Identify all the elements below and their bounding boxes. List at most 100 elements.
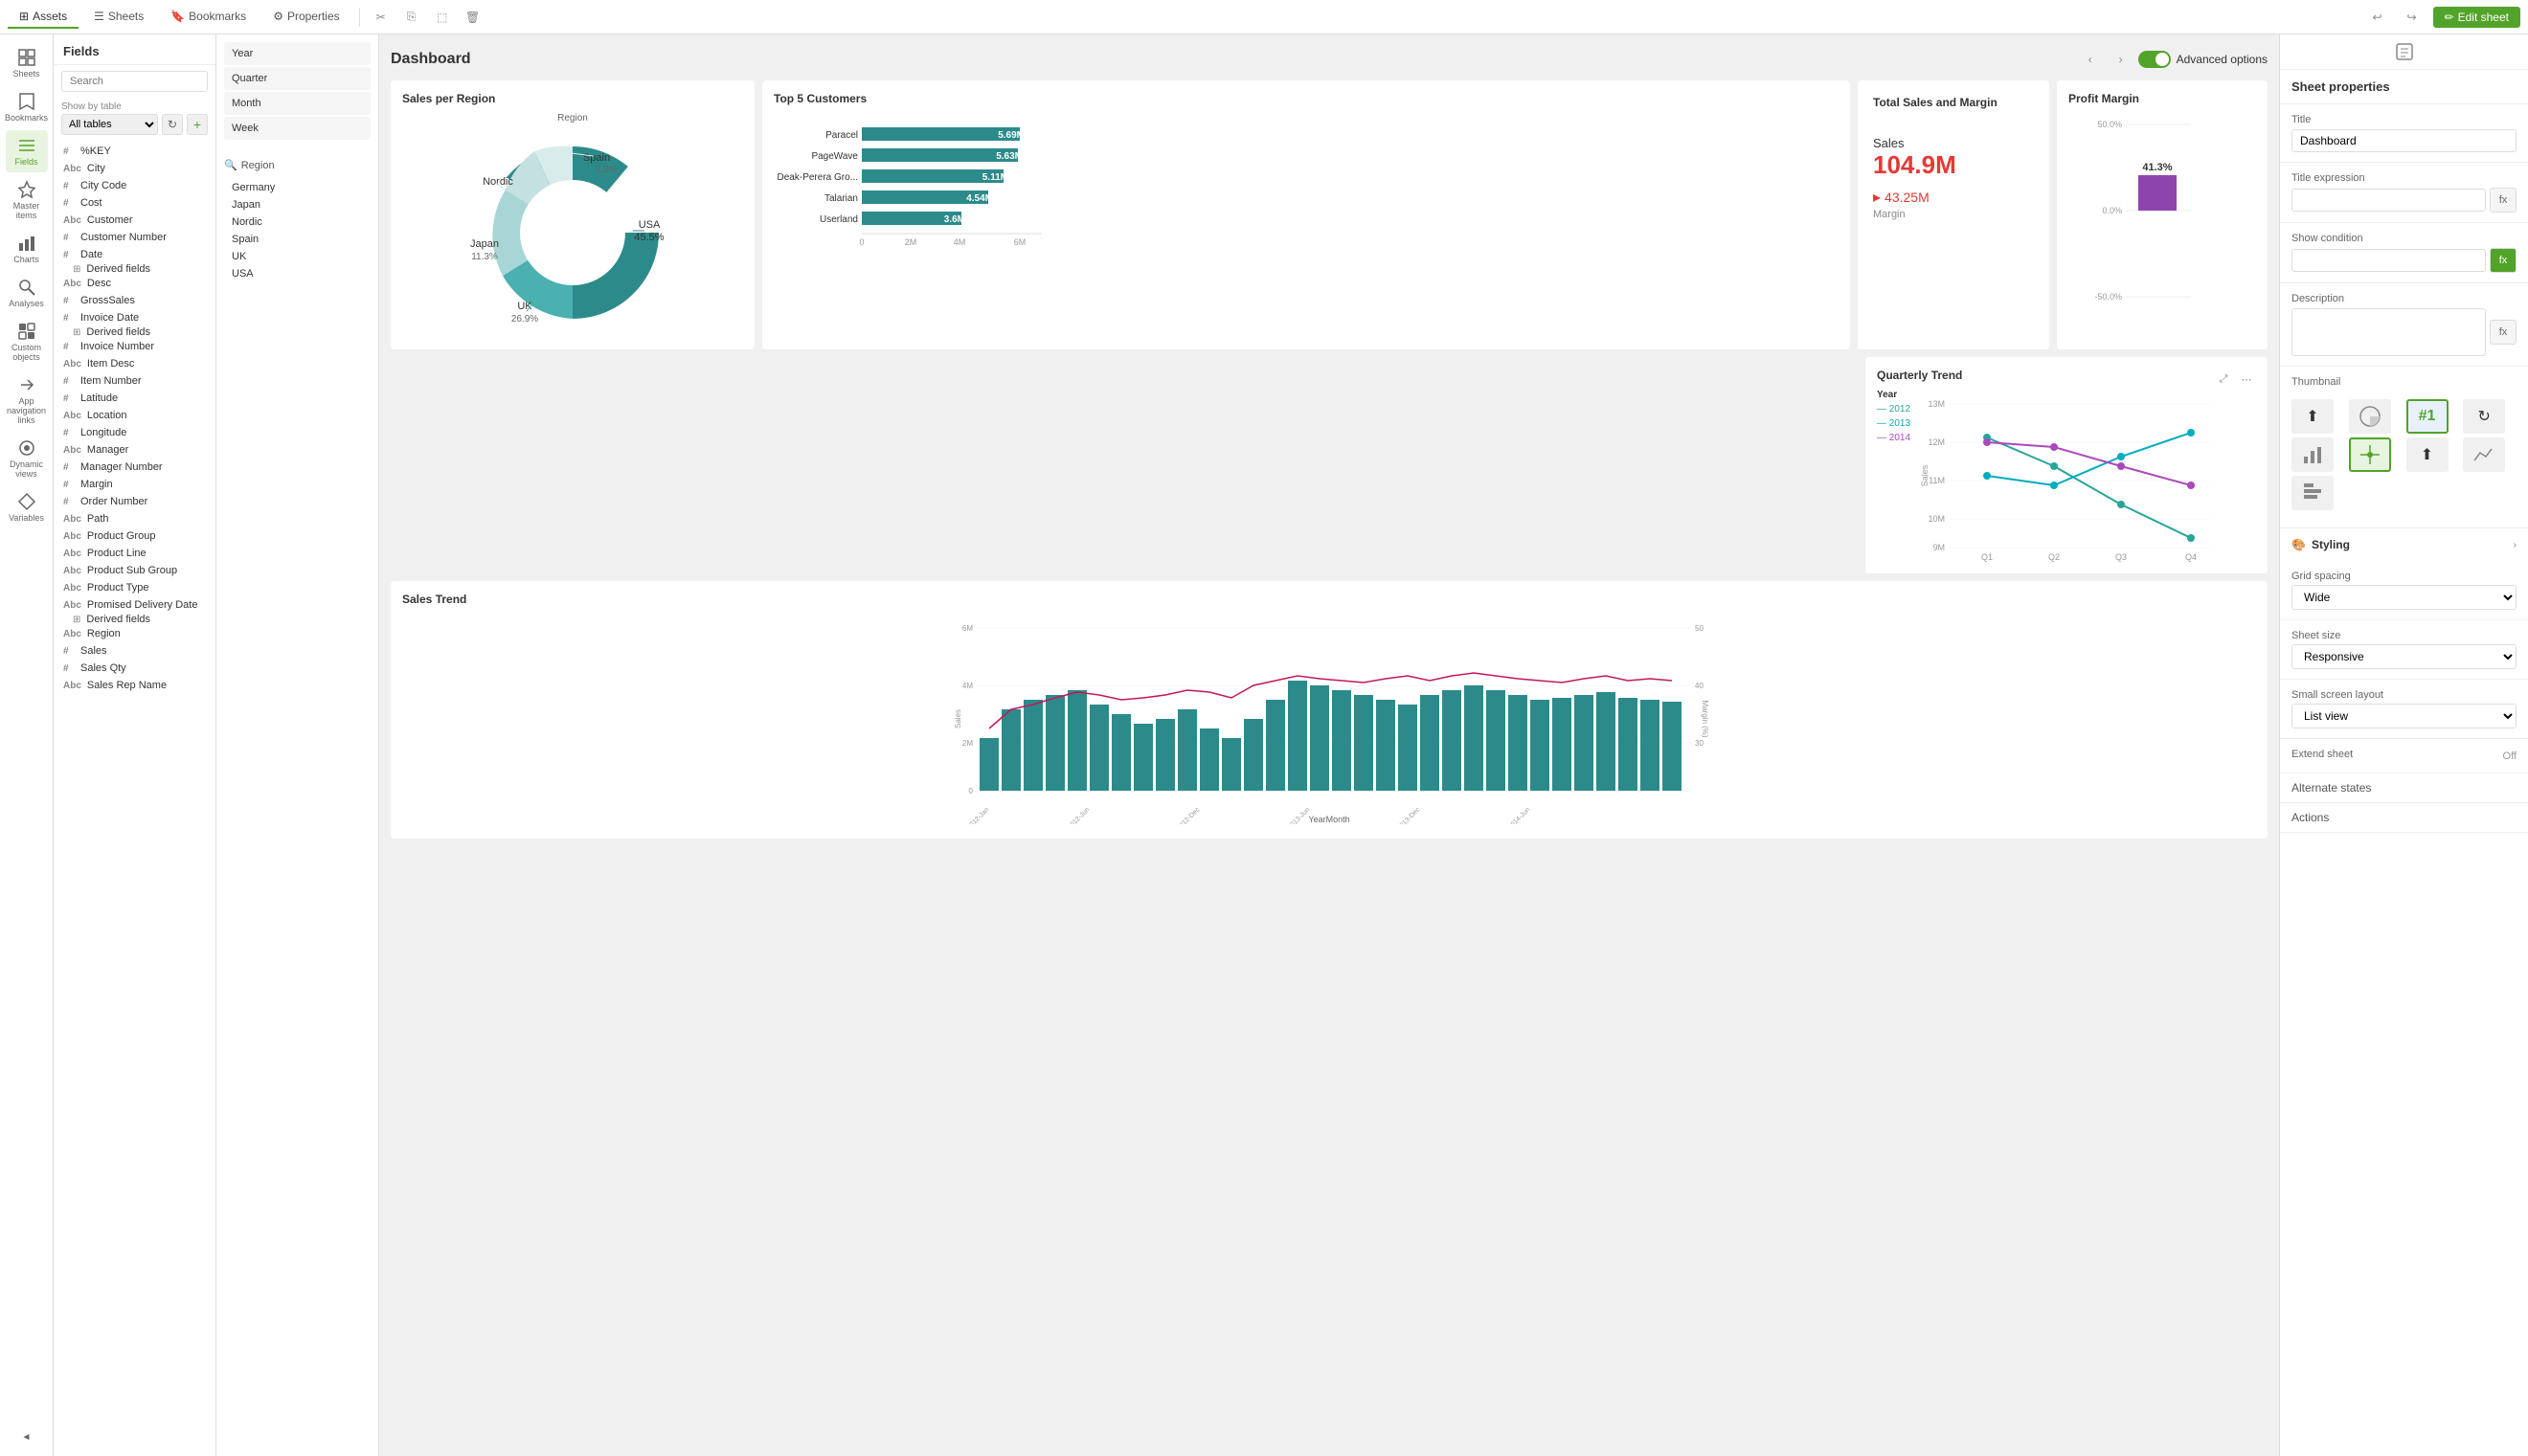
thumb-upload-2[interactable]: ⬆: [2406, 437, 2449, 472]
field-item[interactable]: AbcCustomer: [54, 212, 215, 229]
alternate-states-item[interactable]: Alternate states: [2280, 773, 2528, 803]
field-item[interactable]: AbcCity: [54, 160, 215, 177]
field-type-icon: Abc: [63, 629, 81, 639]
field-item[interactable]: AbcDesc: [54, 275, 215, 292]
filter-week[interactable]: Week: [224, 117, 371, 140]
field-item[interactable]: #%KEY: [54, 143, 215, 160]
field-item[interactable]: #City Code: [54, 177, 215, 194]
nav-sheets[interactable]: Sheets: [6, 42, 48, 84]
fields-search-input[interactable]: [61, 71, 208, 92]
nav-master-items[interactable]: Master items: [6, 174, 48, 226]
field-item[interactable]: AbcLocation: [54, 407, 215, 424]
tab-bookmarks[interactable]: 🔖 Bookmarks: [159, 6, 258, 29]
title-expression-input[interactable]: [2291, 189, 2486, 212]
grid-spacing-select[interactable]: Wide Medium Narrow: [2291, 585, 2517, 610]
description-textarea[interactable]: [2291, 308, 2486, 356]
field-item[interactable]: #Date: [54, 246, 215, 263]
copy-button[interactable]: ⎘: [398, 4, 425, 31]
field-item[interactable]: #Sales: [54, 642, 215, 660]
description-fx-button[interactable]: fx: [2490, 320, 2517, 345]
tab-properties[interactable]: ⚙ Properties: [261, 6, 350, 29]
region-germany[interactable]: Germany: [224, 179, 371, 196]
sheet-size-select[interactable]: Responsive Custom: [2291, 644, 2517, 669]
region-uk[interactable]: UK: [224, 248, 371, 265]
styling-header[interactable]: 🎨 Styling ›: [2291, 538, 2517, 551]
small-screen-select[interactable]: List view Grid view: [2291, 704, 2517, 728]
cut-button[interactable]: ✂: [368, 4, 395, 31]
field-item[interactable]: AbcItem Desc: [54, 355, 215, 372]
add-field-button[interactable]: +: [187, 114, 208, 135]
region-usa[interactable]: USA: [224, 265, 371, 282]
field-item[interactable]: #Sales Qty: [54, 660, 215, 677]
nav-dynamic-views[interactable]: Dynamic views: [6, 433, 48, 484]
more-button[interactable]: ⋯: [2237, 370, 2256, 389]
field-item[interactable]: AbcProduct Sub Group: [54, 562, 215, 579]
nav-prev-button[interactable]: ‹: [2077, 46, 2104, 73]
nav-variables[interactable]: Variables: [6, 486, 48, 528]
field-item[interactable]: AbcSales Rep Name: [54, 677, 215, 694]
field-item[interactable]: #Latitude: [54, 390, 215, 407]
field-item[interactable]: AbcProduct Group: [54, 527, 215, 545]
thumb-pie[interactable]: [2349, 399, 2391, 434]
field-item[interactable]: #Item Number: [54, 372, 215, 390]
collapse-nav-button[interactable]: ◄: [6, 1426, 48, 1448]
paste-button[interactable]: ⬚: [429, 4, 456, 31]
thumb-upload[interactable]: ⬆: [2291, 399, 2334, 434]
title-input[interactable]: [2291, 129, 2517, 152]
region-filter-title[interactable]: 🔍 Region: [224, 155, 371, 175]
thumb-refresh[interactable]: ↻: [2463, 399, 2505, 434]
field-item[interactable]: #GrossSales: [54, 292, 215, 309]
field-item[interactable]: #Longitude: [54, 424, 215, 441]
advanced-options-switch[interactable]: [2138, 51, 2171, 68]
delete-button[interactable]: 🗑: [460, 4, 486, 31]
redo-button[interactable]: ↪: [2399, 4, 2426, 31]
field-item[interactable]: AbcProduct Type: [54, 579, 215, 596]
thumb-line[interactable]: [2463, 437, 2505, 472]
derived-fields-item[interactable]: ⊞Derived fields: [54, 326, 215, 338]
show-by-table-select[interactable]: All tables: [61, 114, 158, 135]
filter-year[interactable]: Year: [224, 42, 371, 65]
refresh-button[interactable]: ↻: [162, 114, 183, 135]
nav-custom-objects[interactable]: Custom objects: [6, 316, 48, 368]
tab-sheets[interactable]: ☰ Sheets: [82, 6, 155, 29]
nav-charts[interactable]: Charts: [6, 228, 48, 270]
derived-fields-item[interactable]: ⊞Derived fields: [54, 263, 215, 275]
nav-fields[interactable]: Fields: [6, 130, 48, 172]
field-item[interactable]: #Invoice Date: [54, 309, 215, 326]
field-item[interactable]: AbcProduct Line: [54, 545, 215, 562]
filter-quarter[interactable]: Quarter: [224, 67, 371, 90]
tab-assets[interactable]: ⊞ Assets: [8, 6, 79, 29]
nav-app-navigation[interactable]: App navigation links: [6, 370, 48, 431]
thumb-hash-active[interactable]: #1: [2406, 399, 2449, 434]
title-expression-fx-button[interactable]: fx: [2490, 188, 2517, 213]
field-item[interactable]: #Cost: [54, 194, 215, 212]
filter-month[interactable]: Month: [224, 92, 371, 115]
nav-next-button[interactable]: ›: [2108, 46, 2134, 73]
field-item[interactable]: #Order Number: [54, 493, 215, 510]
field-item[interactable]: #Manager Number: [54, 459, 215, 476]
region-nordic[interactable]: Nordic: [224, 213, 371, 231]
field-item[interactable]: #Margin: [54, 476, 215, 493]
show-condition-input[interactable]: [2291, 249, 2486, 272]
edit-sheet-button[interactable]: ✏ Edit sheet: [2433, 7, 2520, 28]
field-item[interactable]: AbcRegion: [54, 625, 215, 642]
field-item[interactable]: #Customer Number: [54, 229, 215, 246]
field-item[interactable]: #Invoice Number: [54, 338, 215, 355]
derived-fields-item[interactable]: ⊞Derived fields: [54, 614, 215, 625]
field-type-icon: #: [63, 663, 75, 674]
nav-analyses[interactable]: Analyses: [6, 272, 48, 314]
thumb-bar[interactable]: [2291, 437, 2334, 472]
region-japan[interactable]: Japan: [224, 196, 371, 213]
undo-button[interactable]: ↩: [2364, 4, 2391, 31]
show-condition-fx-button[interactable]: fx: [2490, 248, 2517, 273]
expand-button[interactable]: ⤢: [2214, 370, 2233, 389]
region-spain[interactable]: Spain: [224, 231, 371, 248]
thumb-bar-2[interactable]: [2291, 476, 2334, 510]
field-item[interactable]: AbcPromised Delivery Date: [54, 596, 215, 614]
field-item[interactable]: AbcPath: [54, 510, 215, 527]
nav-bookmarks[interactable]: Bookmarks: [6, 86, 48, 128]
actions-item[interactable]: Actions: [2280, 803, 2528, 833]
thumb-grid-selected[interactable]: [2349, 437, 2391, 472]
field-item[interactable]: AbcManager: [54, 441, 215, 459]
grid-spacing-label: Grid spacing: [2291, 571, 2517, 582]
